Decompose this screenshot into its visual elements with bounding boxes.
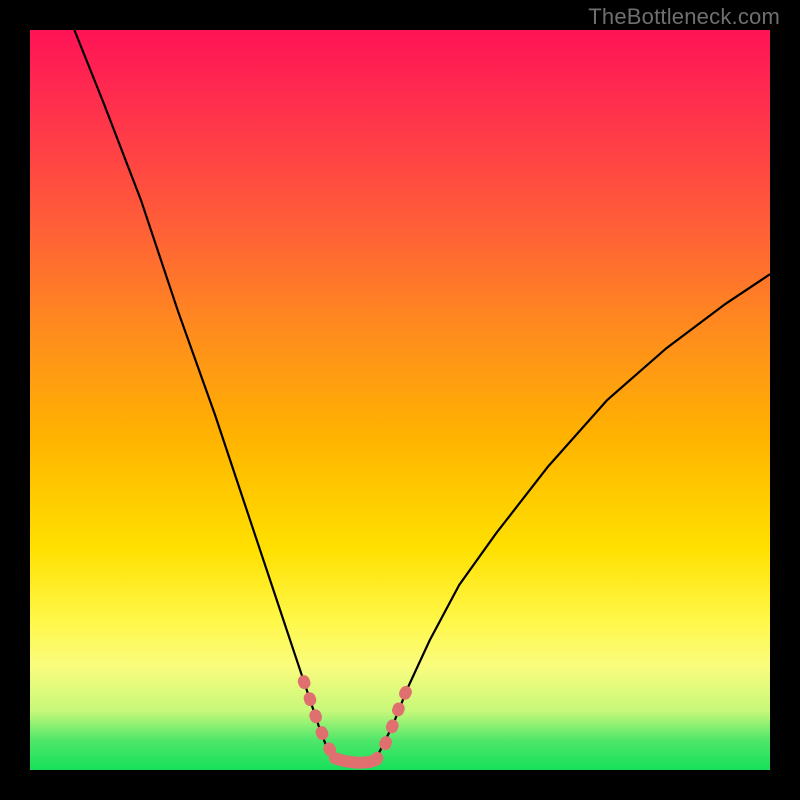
chart-frame: TheBottleneck.com [0,0,800,800]
curve-layer [30,30,770,770]
watermark-text: TheBottleneck.com [588,4,780,30]
right-curve [378,274,770,755]
left-curve [74,30,329,755]
valley-floor [335,758,376,762]
plot-background [30,30,770,770]
left-salmon-segment [304,681,335,758]
